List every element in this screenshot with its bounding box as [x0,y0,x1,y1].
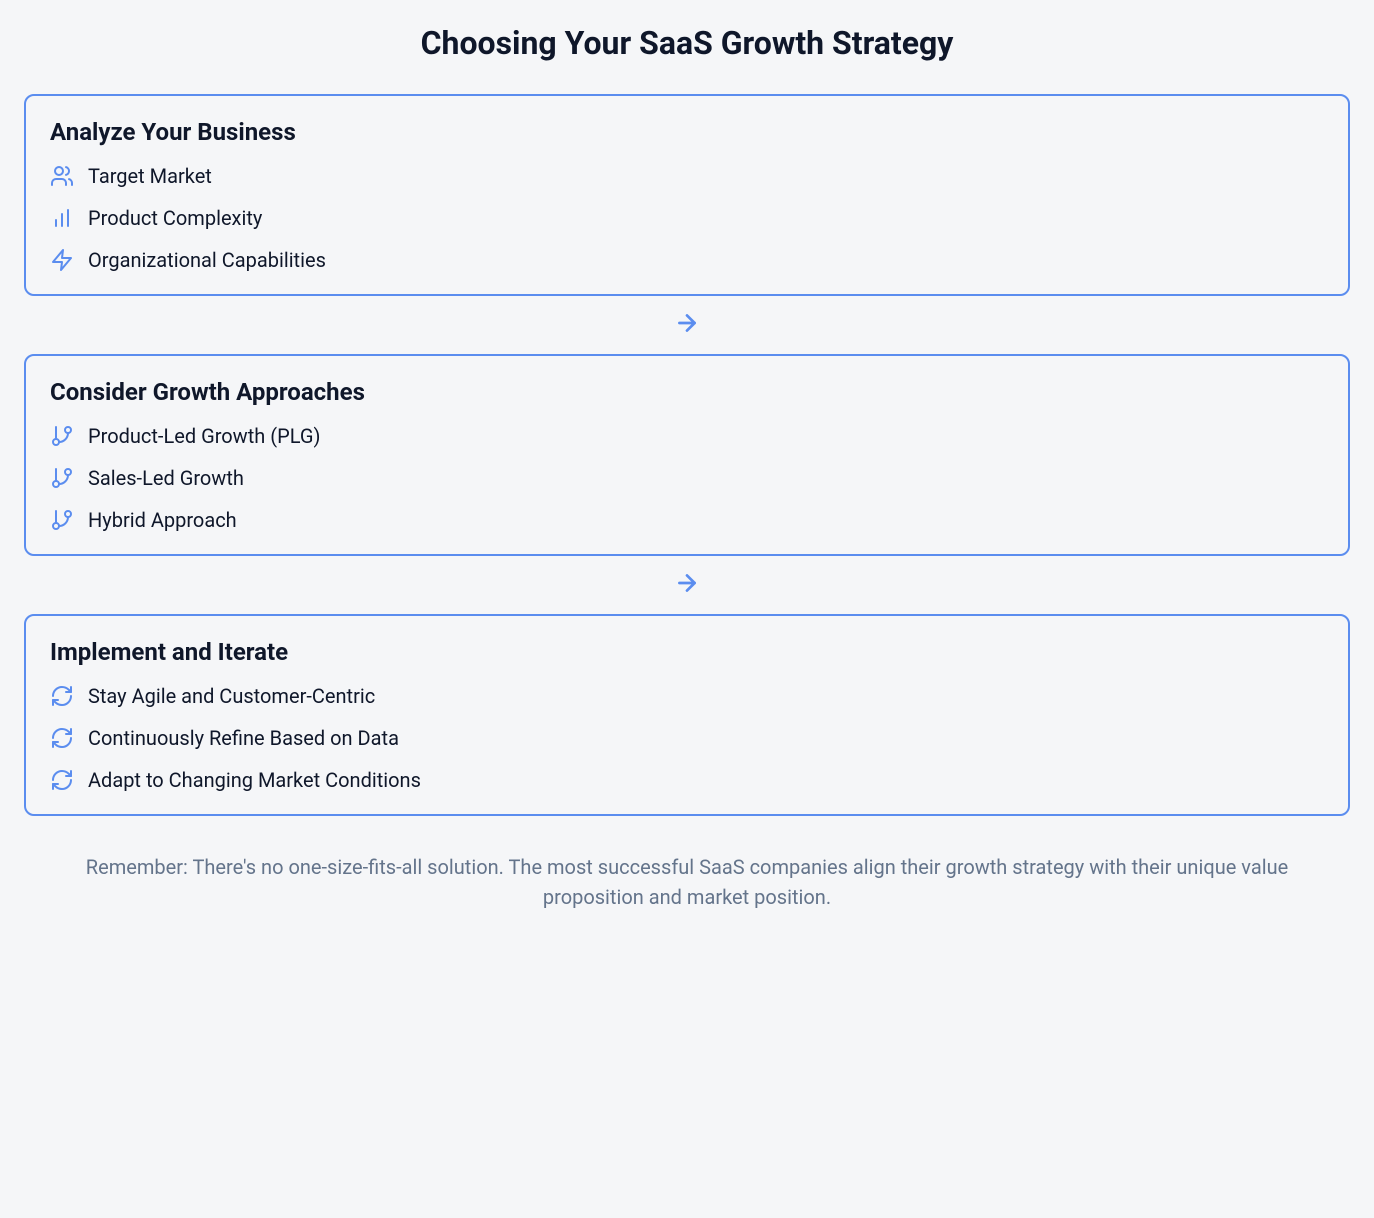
refresh-icon [50,726,74,750]
item-label: Adapt to Changing Market Conditions [88,768,421,792]
section-implement: Implement and Iterate Stay Agile and Cus… [24,614,1350,816]
item-label: Organizational Capabilities [88,248,326,272]
footer-note: Remember: There's no one-size-fits-all s… [24,852,1350,912]
list-item: Target Market [50,164,1324,188]
section-heading: Consider Growth Approaches [50,378,1324,406]
arrow-separator [24,556,1350,614]
git-branch-icon [50,466,74,490]
section-analyze: Analyze Your Business Target Market Prod… [24,94,1350,296]
section-heading: Implement and Iterate [50,638,1324,666]
refresh-icon [50,684,74,708]
item-label: Sales-Led Growth [88,466,244,490]
list-item: Hybrid Approach [50,508,1324,532]
list-item: Continuously Refine Based on Data [50,726,1324,750]
item-label: Continuously Refine Based on Data [88,726,399,750]
list-item: Product Complexity [50,206,1324,230]
item-label: Target Market [88,164,212,188]
section-heading: Analyze Your Business [50,118,1324,146]
page-title: Choosing Your SaaS Growth Strategy [24,24,1350,62]
item-label: Product Complexity [88,206,262,230]
item-label: Stay Agile and Customer-Centric [88,684,375,708]
list-item: Sales-Led Growth [50,466,1324,490]
users-icon [50,164,74,188]
list-item: Adapt to Changing Market Conditions [50,768,1324,792]
item-label: Hybrid Approach [88,508,237,532]
zap-icon [50,248,74,272]
bar-chart-icon [50,206,74,230]
arrow-right-icon [674,310,700,340]
git-branch-icon [50,424,74,448]
refresh-icon [50,768,74,792]
arrow-separator [24,296,1350,354]
item-label: Product-Led Growth (PLG) [88,424,320,448]
list-item: Organizational Capabilities [50,248,1324,272]
list-item: Product-Led Growth (PLG) [50,424,1324,448]
arrow-right-icon [674,570,700,600]
diagram-container: Choosing Your SaaS Growth Strategy Analy… [24,24,1350,912]
list-item: Stay Agile and Customer-Centric [50,684,1324,708]
section-approaches: Consider Growth Approaches Product-Led G… [24,354,1350,556]
git-branch-icon [50,508,74,532]
